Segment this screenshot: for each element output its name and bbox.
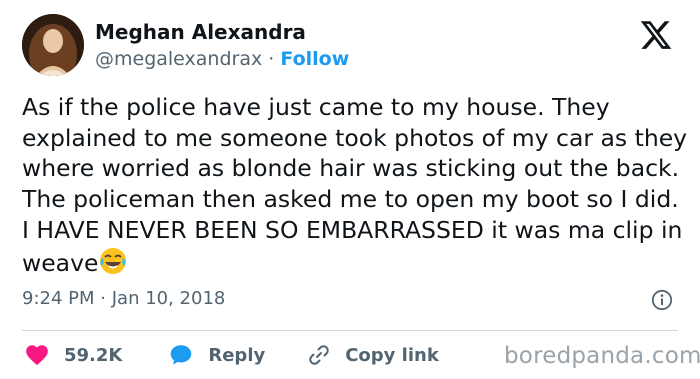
tweet-timestamp[interactable]: 9:24 PM · Jan 10, 2018 — [22, 288, 225, 309]
reply-label: Reply — [208, 344, 266, 366]
follow-button[interactable]: Follow — [280, 48, 349, 70]
author-handle[interactable]: @megalexandrax — [95, 48, 262, 70]
tweet-date: Jan 10, 2018 — [111, 288, 226, 309]
author-avatar[interactable] — [22, 14, 84, 76]
like-count: 59.2K — [64, 344, 123, 366]
x-logo-icon[interactable] — [639, 18, 673, 52]
divider — [22, 330, 678, 331]
like-button[interactable]: 59.2K — [24, 342, 122, 368]
tweet-body: As if the police have just came to my ho… — [22, 92, 692, 278]
handle-separator: · — [268, 48, 275, 70]
info-icon[interactable] — [651, 289, 673, 311]
watermark: boredpanda.com — [504, 343, 700, 369]
meta-separator: · — [100, 288, 106, 309]
link-icon — [309, 345, 329, 365]
laughing-tears-emoji-icon — [98, 246, 128, 276]
reply-bubble-icon — [171, 345, 192, 365]
tweet-time: 9:24 PM — [22, 288, 95, 309]
copy-link-label: Copy link — [345, 344, 439, 366]
author-name[interactable]: Meghan Alexandra — [95, 20, 306, 44]
action-bar: 59.2K Reply Copy link — [24, 340, 439, 370]
author-handle-row: @megalexandrax · Follow — [95, 48, 349, 70]
copy-link-button[interactable]: Copy link — [307, 343, 439, 367]
heart-icon — [26, 345, 48, 366]
reply-button[interactable]: Reply — [168, 342, 265, 368]
